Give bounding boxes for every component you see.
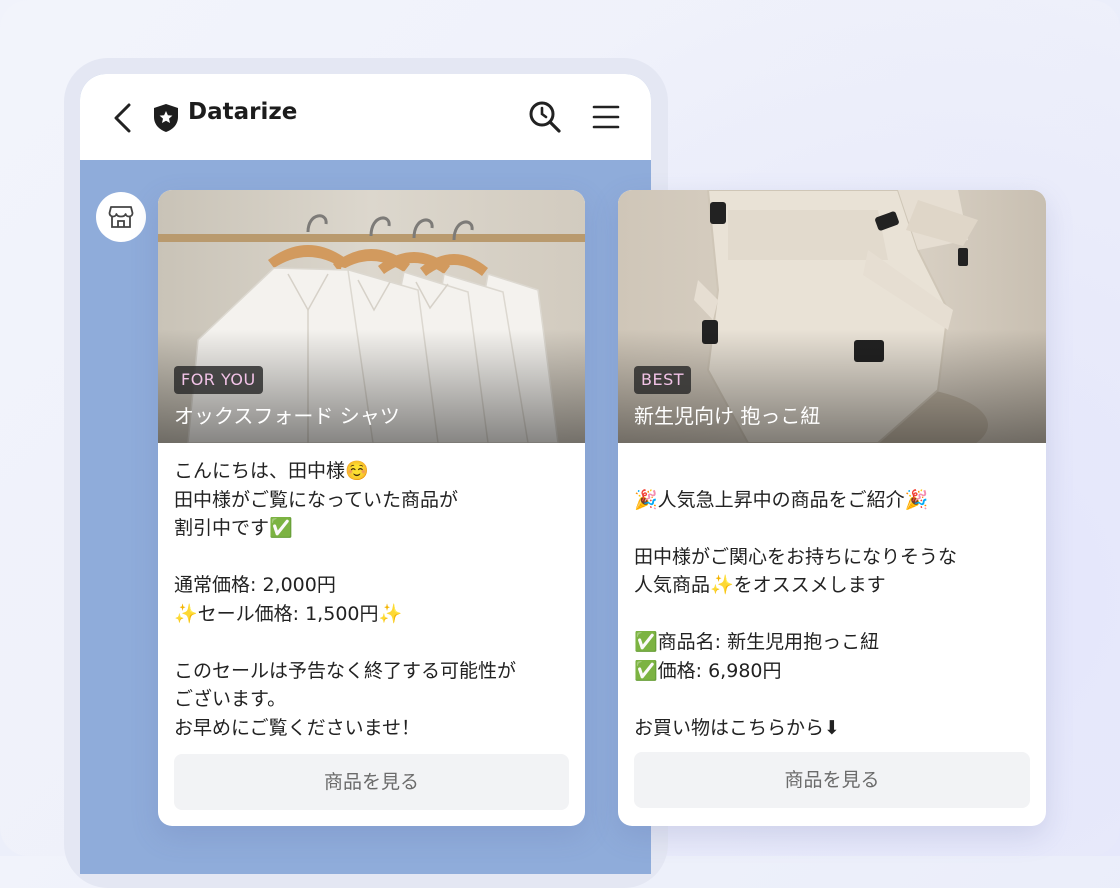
badge-best: BEST [634, 366, 692, 394]
product-card-shirt[interactable]: FOR YOU オックスフォード シャツ こんにちは、田中様☺️ 田中様がご覧に… [158, 190, 585, 826]
message-line: 田中様がご覧になっていた商品が [174, 488, 459, 511]
message-line: 割引中です✅ [174, 517, 293, 539]
message-line: お買い物はこちらから⬇ [634, 716, 840, 739]
message-text: こんにちは、田中様☺️ 田中様がご覧になっていた商品が 割引中です✅ 通常価格:… [158, 443, 585, 742]
message-line [634, 457, 1030, 486]
message-line: 人気商品✨をオススメします [634, 574, 886, 596]
view-product-button[interactable]: 商品を見る [634, 752, 1030, 808]
product-card-baby-carrier[interactable]: BEST 新生児向け 抱っこ紐 🎉人気急上昇中の商品をご紹介🎉 田中様がご関心を… [618, 190, 1046, 826]
message-text: 🎉人気急上昇中の商品をご紹介🎉 田中様がご関心をお持ちになりそうな 人気商品✨を… [618, 443, 1046, 742]
badge-for-you: FOR YOU [174, 366, 263, 394]
store-icon [108, 206, 134, 228]
message-line: 通常価格: 2,000円 [174, 574, 336, 596]
message-line: こんにちは、田中様☺️ [174, 460, 369, 482]
message-line: 🎉人気急上昇中の商品をご紹介🎉 [634, 488, 929, 511]
message-line: ございます。 [174, 688, 287, 710]
product-title: 新生児向け 抱っこ紐 [634, 404, 821, 428]
message-line: お早めにご覧くださいませ！ [174, 716, 421, 739]
shop-avatar[interactable] [96, 192, 146, 242]
product-image-baby-carrier: BEST 新生児向け 抱っこ紐 [618, 190, 1046, 443]
view-product-button[interactable]: 商品を見る [174, 754, 569, 810]
message-line [634, 514, 1030, 543]
message-line [174, 543, 569, 572]
message-line: ✅商品名: 新生児用抱っこ紐 [634, 631, 880, 653]
hamburger-menu-icon[interactable] [592, 103, 620, 131]
message-line: 田中様がご関心をお持ちになりそうな [634, 545, 958, 568]
app-header: Datarize [80, 74, 651, 160]
product-title: オックスフォード シャツ [174, 404, 400, 428]
message-line [634, 600, 1030, 629]
shield-star-icon [154, 104, 178, 132]
message-line: このセールは予告なく終了する可能性が [174, 659, 517, 682]
message-line [634, 685, 1030, 714]
message-line: ✅価格: 6,980円 [634, 659, 782, 682]
search-icon[interactable] [528, 100, 562, 134]
message-line: ✨セール価格: 1,500円✨ [174, 602, 403, 625]
chevron-left-icon[interactable] [110, 102, 136, 134]
app-title: Datarize [188, 99, 298, 125]
message-line [174, 628, 569, 657]
product-image-shirt: FOR YOU オックスフォード シャツ [158, 190, 585, 443]
